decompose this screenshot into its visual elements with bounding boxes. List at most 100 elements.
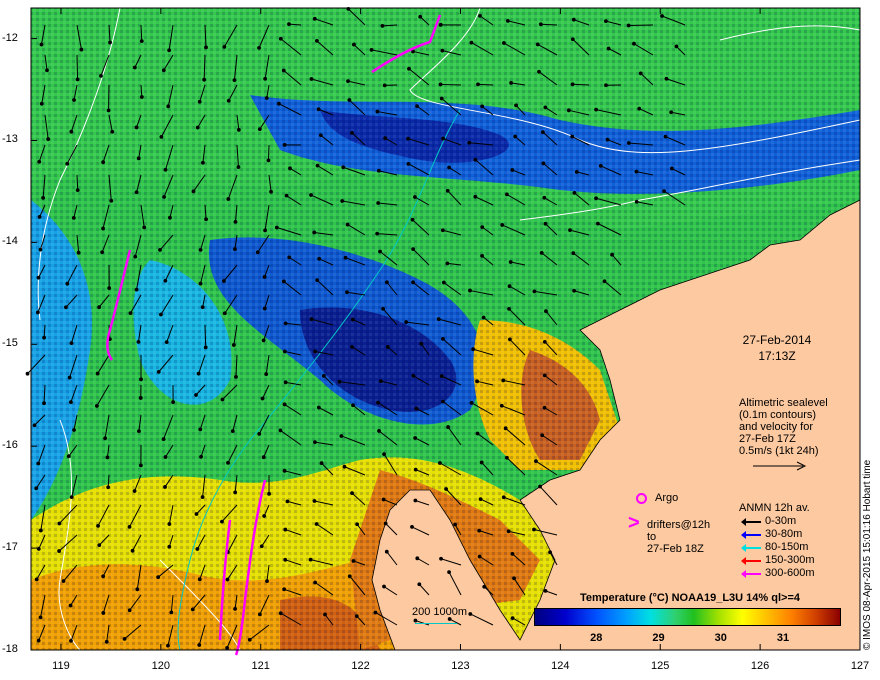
velocity-arrow-head <box>197 577 202 582</box>
anmn-item: 150-300m <box>739 554 815 567</box>
y-tick-label: -16 <box>2 439 18 452</box>
x-tick-label: 120 <box>151 660 170 672</box>
velocity-arrow-head <box>104 639 109 644</box>
velocity-arrow-head <box>264 96 269 100</box>
velocity-arrow-head <box>382 452 387 457</box>
velocity-arrow-head <box>312 230 317 235</box>
velocity-arrow-head <box>596 221 600 226</box>
velocity-arrow-head <box>446 425 450 429</box>
velocity-arrow-head <box>308 557 313 562</box>
velocity-arrow-head <box>572 191 577 195</box>
velocity-arrow-head <box>507 284 512 289</box>
velocity-arrow-head <box>315 278 320 283</box>
velocity-arrow-head <box>198 427 203 432</box>
velocity-arrow-head <box>202 77 207 82</box>
arrow-left-icon <box>741 569 761 578</box>
velocity-arrow-head <box>345 290 349 295</box>
arrow-left-icon <box>741 543 761 552</box>
velocity-arrow-head <box>204 45 208 50</box>
velocity-arrow-head <box>606 46 611 51</box>
velocity-arrow-head <box>233 606 237 611</box>
velocity-arrow-head <box>385 280 389 285</box>
velocity-arrow-head <box>404 320 409 324</box>
velocity-arrow-head <box>436 317 441 321</box>
velocity-arrow-head <box>316 107 321 112</box>
velocity-arrow-head <box>479 460 484 465</box>
velocity-arrow-head <box>107 286 112 291</box>
velocity-arrow-head <box>439 374 444 379</box>
x-tick-label: 126 <box>750 660 770 672</box>
velocity-arrow-head <box>384 549 389 554</box>
velocity-arrow-head <box>674 44 679 49</box>
velocity-arrow-head <box>283 527 288 532</box>
velocity-arrow-head <box>376 168 381 173</box>
velocity-arrow-head <box>233 490 238 495</box>
velocity-arrow-head <box>440 48 445 53</box>
velocity-arrow-head <box>634 169 639 174</box>
velocity-arrow-head <box>662 189 666 193</box>
velocity-arrow-head <box>439 96 444 101</box>
velocity-arrow-head <box>542 373 547 378</box>
velocity-arrow-head <box>282 349 287 354</box>
velocity-arrow-head <box>415 556 420 561</box>
velocity-arrow-head <box>265 579 269 584</box>
velocity-arrow-head <box>375 231 380 236</box>
velocity-arrow-head <box>283 557 288 562</box>
velocity-arrow-head <box>283 321 288 326</box>
velocity-arrow-head <box>278 36 283 41</box>
velocity-arrow-head <box>196 371 201 376</box>
contour-line-icon <box>415 623 457 624</box>
velocity-arrow-head <box>36 461 41 466</box>
velocity-arrow-head <box>543 105 548 110</box>
velocity-arrow-head <box>234 375 238 379</box>
velocity-arrow-head <box>259 544 264 549</box>
velocity-arrow-head <box>376 400 380 405</box>
velocity-arrow-head <box>35 310 40 315</box>
velocity-arrow-head <box>313 440 317 445</box>
velocity-arrow-head <box>321 373 326 378</box>
velocity-arrow-head <box>350 344 354 349</box>
velocity-arrow-head <box>568 228 572 233</box>
drifter-line-1: drifters@12h to <box>647 519 711 543</box>
velocity-arrow-head <box>226 98 231 103</box>
velocity-arrow <box>572 83 590 86</box>
velocity-arrow-head <box>469 40 474 45</box>
velocity-arrow-head <box>447 617 452 621</box>
velocity-arrow-head <box>415 104 419 109</box>
velocity-arrow-head <box>323 612 327 617</box>
velocity-arrow-head <box>57 521 62 526</box>
velocity-arrow-head <box>541 130 545 135</box>
velocity-arrow-head <box>222 311 227 316</box>
velocity-arrow-head <box>313 580 318 585</box>
velocity-arrow-head <box>39 42 44 47</box>
velocity-arrow-head <box>441 136 445 141</box>
velocity-arrow-head <box>163 485 167 489</box>
scale-arrow-icon <box>753 461 807 471</box>
velocity-arrow-head <box>200 305 205 310</box>
velocity-arrow-head <box>540 433 545 438</box>
velocity-arrow-head <box>438 82 443 87</box>
velocity-arrow-head <box>226 197 231 201</box>
velocity-arrow-head <box>203 345 208 350</box>
velocity-arrow-head <box>312 499 317 503</box>
velocity-arrow-head <box>267 491 271 496</box>
altimetry-line-1: Altimetric sealevel <box>739 397 828 409</box>
velocity-arrow-head <box>284 193 289 198</box>
velocity-arrow-head <box>278 611 283 616</box>
velocity-arrow-head <box>99 73 103 78</box>
velocity-arrow-head <box>97 543 102 548</box>
velocity-arrow-head <box>543 588 548 593</box>
velocity-arrow-head <box>312 16 317 21</box>
velocity-arrow-head <box>632 41 636 46</box>
velocity-arrow-head <box>309 77 314 81</box>
velocity-arrow-head <box>106 485 111 490</box>
velocity-arrow-head <box>132 489 137 493</box>
velocity-arrow-head <box>637 106 642 111</box>
velocity-arrow-head <box>341 165 346 170</box>
velocity-arrow-head <box>377 429 381 433</box>
velocity-arrow-head <box>159 312 163 317</box>
velocity-arrow-head <box>262 275 267 279</box>
velocity-arrow-head <box>282 587 287 592</box>
anmn-legend: ANMN 12h av. 0-30m 30-80m 80-150m 150-300m 3… <box>739 502 815 580</box>
velocity-arrow-head <box>505 18 510 23</box>
